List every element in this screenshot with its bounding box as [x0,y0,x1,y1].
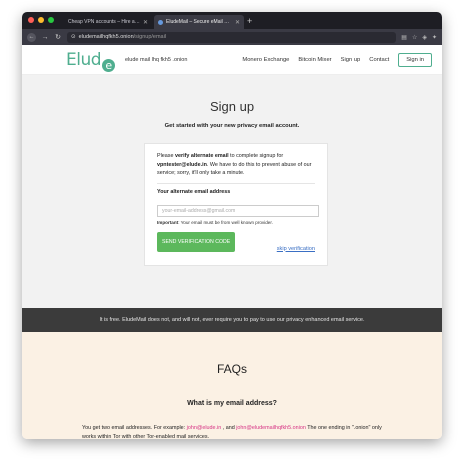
tab-title: Cheap VPN accounts – Hire a Hacke [68,19,140,25]
shield-icon[interactable]: ◈ [422,34,427,41]
tab-title: EludeMail – Secure eMail Servi [166,19,232,25]
site-logo[interactable]: Elud e [66,49,116,72]
address-bar[interactable]: ⊙ eludemailhqfkh5.onion/signup/email [67,31,397,43]
msg-pre: Please [157,153,175,159]
nav-contact[interactable]: Contact [369,57,389,63]
tab-close-icon[interactable]: ✕ [143,19,148,26]
important-note: Important: Your email must be from well … [157,220,315,225]
signup-section: Sign up Get started with your new privac… [22,75,442,308]
msg-mid: to complete signup for [228,153,284,159]
signup-email: vpntester@elude.in [157,161,207,168]
bookmark-star-icon[interactable]: ☆ [412,34,417,41]
toolbar-icons: ▤ ☆ ◈ ✦ [401,34,437,41]
example-address-onion: john@eludemailhqfkh5.onion [236,425,306,431]
url-path: /signup/email [133,34,167,40]
important-label: Important [157,219,179,225]
close-window-icon[interactable] [28,17,34,23]
tab-close-icon[interactable]: ✕ [235,19,240,26]
site-header: Elud e elude mail lhq fkh5 .onion Monero … [22,45,442,75]
nav-sign-up[interactable]: Sign up [341,57,361,63]
msg-bold: verify alternate email [174,153,229,159]
example-address-clearnet: john@elude.in [186,425,222,431]
skip-verification-link[interactable]: skip verification [277,246,315,252]
tab-vpn-accounts[interactable]: Cheap VPN accounts – Hire a Hacke ✕ [64,15,152,29]
window-controls [28,17,54,23]
faq-question: What is my email address? [187,400,277,407]
divider [157,182,315,184]
free-service-banner: It is free. EludeMail does not, and will… [22,308,442,332]
maximize-window-icon[interactable] [48,17,54,23]
url-host: eludemailhqfkh5.onion [78,34,134,40]
button-row: SEND VERIFICATION CODE skip verification [157,231,315,252]
page-title: Sign up [209,99,255,114]
reader-icon[interactable]: ▤ [401,34,407,41]
faq-answer: You get two email addresses. For example… [82,424,392,439]
important-text: : Your email must be from well known pro… [178,219,273,225]
extensions-icon[interactable]: ✦ [432,34,437,41]
faq-section: FAQs What is my email address? You get t… [22,332,442,439]
minimize-window-icon[interactable] [38,17,44,23]
browser-toolbar: ← → ↻ ⊙ eludemailhqfkh5.onion/signup/ema… [22,29,442,45]
main-nav: Monero Exchange Bitcoin Mixer Sign up Co… [242,52,432,67]
answer-and: , and [221,425,237,431]
banner-text: It is free. EludeMail does not, and will… [99,317,365,323]
alternate-email-input[interactable] [157,204,319,217]
onion-icon: ⊙ [71,34,76,40]
alternate-email-label: Your alternate email address [157,188,231,195]
answer-pre: You get two email addresses. For example… [82,425,187,431]
logo-text: Elud [66,49,102,70]
reload-icon[interactable]: ↻ [54,33,62,41]
new-tab-button[interactable]: + [247,15,252,27]
verification-message: Please verify alternate email to complet… [157,152,315,178]
tab-bar: Cheap VPN accounts – Hire a Hacke ✕ Elud… [22,12,442,29]
site-subtitle: elude mail lhq fkh5 .onion [125,56,188,63]
sign-in-button[interactable]: Sign in [398,52,432,67]
send-verification-code-button[interactable]: SEND VERIFICATION CODE [157,231,236,252]
browser-window: Cheap VPN accounts – Hire a Hacke ✕ Elud… [22,12,442,439]
forward-arrow-icon[interactable]: → [41,34,49,41]
logo-e-badge: e [102,58,116,72]
url-text: eludemailhqfkh5.onion/signup/email [79,34,166,40]
page-subtitle: Get started with your new privacy email … [164,123,300,129]
back-arrow-icon[interactable]: ← [27,32,36,42]
tab-eludemail[interactable]: EludeMail – Secure eMail Servi ✕ [154,15,244,29]
faq-title: FAQs [216,362,247,376]
nav-bitcoin-mixer[interactable]: Bitcoin Mixer [298,57,331,63]
verification-card: Please verify alternate email to complet… [144,143,328,266]
nav-monero-exchange[interactable]: Monero Exchange [242,57,289,63]
favicon-icon [158,19,163,25]
